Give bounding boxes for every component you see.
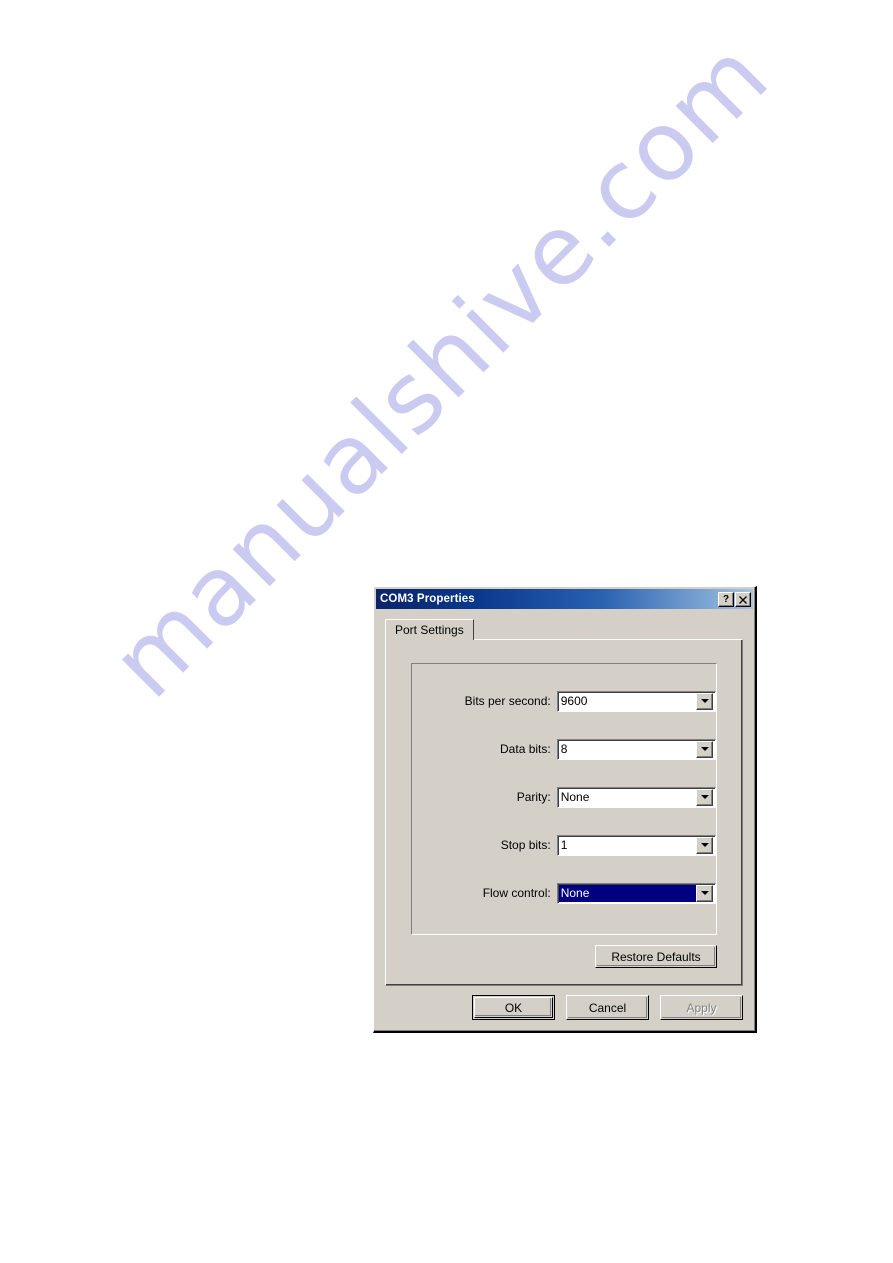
label-stop-bits: Stop bits: bbox=[500, 838, 551, 852]
restore-defaults-button[interactable]: Restore Defaults bbox=[595, 945, 717, 968]
combobox-bits-per-second[interactable]: 9600 bbox=[556, 690, 716, 712]
combobox-stop-bits[interactable]: 1 bbox=[556, 834, 716, 856]
chevron-down-icon bbox=[700, 699, 709, 703]
label-data-bits: Data bits: bbox=[500, 742, 551, 756]
apply-button: Apply bbox=[660, 995, 743, 1020]
help-button[interactable]: ? bbox=[718, 591, 734, 607]
ok-button-face: OK bbox=[474, 997, 553, 1018]
apply-button-label: Apply bbox=[686, 1000, 717, 1015]
ok-button[interactable]: OK bbox=[472, 995, 555, 1020]
port-settings-group: Bits per second: 9600 Data bits: 8 Parit… bbox=[411, 663, 717, 935]
question-mark-icon: ? bbox=[722, 593, 730, 605]
combobox-stop-bits-dropdown-button[interactable] bbox=[696, 836, 713, 854]
combobox-parity[interactable]: None bbox=[556, 786, 716, 808]
combobox-parity-value: None bbox=[560, 789, 590, 804]
chevron-down-icon bbox=[700, 843, 709, 847]
combobox-flow-control-value: None bbox=[558, 884, 696, 902]
tab-port-settings-label: Port Settings bbox=[395, 623, 464, 637]
field-row-data-bits: Data bits: 8 bbox=[412, 738, 716, 760]
chevron-down-icon bbox=[700, 891, 709, 895]
close-x-icon bbox=[739, 595, 747, 604]
field-row-bits-per-second: Bits per second: 9600 bbox=[412, 690, 716, 712]
combobox-data-bits-value: 8 bbox=[560, 741, 568, 756]
dialog-button-bar: OK Cancel Apply bbox=[376, 995, 743, 1020]
dialog-client-area: Port Settings Bits per second: 9600 Data… bbox=[376, 609, 752, 1028]
chevron-down-icon bbox=[700, 747, 709, 751]
combobox-bits-per-second-value: 9600 bbox=[560, 693, 588, 708]
tab-strip: Port Settings bbox=[385, 619, 474, 640]
cancel-button-label: Cancel bbox=[588, 1000, 627, 1015]
label-bits-per-second: Bits per second: bbox=[464, 694, 551, 708]
combobox-flow-control-dropdown-button[interactable] bbox=[696, 884, 713, 902]
tab-page-port-settings: Bits per second: 9600 Data bits: 8 Parit… bbox=[385, 639, 743, 986]
ok-button-label: OK bbox=[504, 1000, 523, 1015]
field-row-parity: Parity: None bbox=[412, 786, 716, 808]
chevron-down-icon bbox=[700, 795, 709, 799]
combobox-parity-dropdown-button[interactable] bbox=[696, 788, 713, 806]
dialog-title: COM3 Properties bbox=[380, 593, 475, 605]
combobox-flow-control[interactable]: None bbox=[556, 882, 716, 904]
label-parity: Parity: bbox=[516, 790, 551, 804]
cancel-button[interactable]: Cancel bbox=[566, 995, 649, 1020]
com3-properties-dialog: COM3 Properties ? Port Settings Bits per… bbox=[373, 586, 757, 1033]
dialog-title-bar[interactable]: COM3 Properties ? bbox=[376, 589, 753, 609]
combobox-data-bits-dropdown-button[interactable] bbox=[696, 740, 713, 758]
restore-defaults-button-label: Restore Defaults bbox=[611, 949, 701, 964]
field-row-flow-control: Flow control: None bbox=[412, 882, 716, 904]
combobox-bits-per-second-dropdown-button[interactable] bbox=[696, 692, 713, 710]
close-button[interactable] bbox=[735, 591, 751, 607]
field-row-stop-bits: Stop bits: 1 bbox=[412, 834, 716, 856]
label-flow-control: Flow control: bbox=[482, 886, 551, 900]
tab-port-settings[interactable]: Port Settings bbox=[385, 619, 474, 640]
combobox-data-bits[interactable]: 8 bbox=[556, 738, 716, 760]
combobox-stop-bits-value: 1 bbox=[560, 837, 568, 852]
